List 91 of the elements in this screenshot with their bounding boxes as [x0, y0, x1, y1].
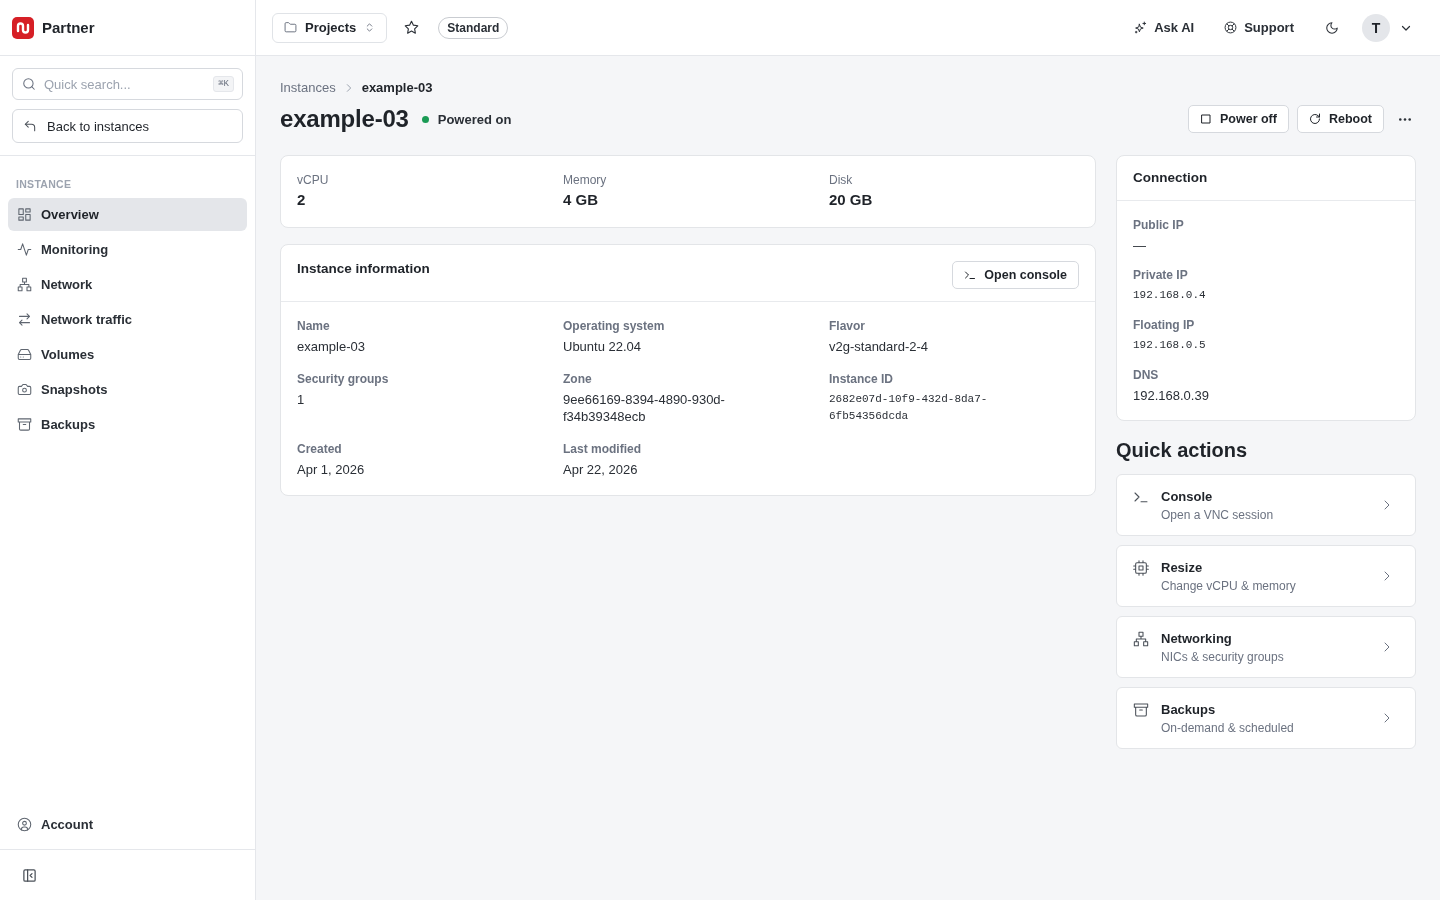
account-item[interactable]: Account [8, 808, 247, 841]
spec-value: 2 [297, 191, 306, 209]
logo-icon [12, 16, 34, 39]
section-label: INSTANCE [16, 178, 72, 190]
field-label: DNS [1133, 368, 1159, 382]
action-description: Change vCPU & memory [1161, 579, 1296, 594]
moon-icon [1325, 20, 1339, 35]
action-title: Resize [1161, 560, 1203, 575]
square-icon [1200, 113, 1212, 125]
field-value: example-03 [297, 338, 365, 355]
action-description: Open a VNC session [1161, 508, 1274, 523]
status-label: Powered on [437, 111, 512, 127]
field-value: Apr 22, 2026 [563, 461, 638, 478]
field-label: Floating IP [1133, 318, 1195, 332]
field-label: Operating system [563, 319, 665, 333]
search-icon [22, 77, 36, 91]
ask-ai-button[interactable]: Ask AI [1126, 14, 1203, 41]
field-value: 192.168.0.39 [1133, 387, 1209, 404]
project-switcher[interactable]: Projects [272, 12, 388, 43]
return-arrow-icon [23, 119, 37, 133]
quick-action-card[interactable]: Backups On-demand & scheduled [1116, 687, 1416, 749]
field-value: 192.168.0.5 [1133, 338, 1206, 353]
field-value: Apr 1, 2026 [297, 461, 365, 478]
spec-label: Memory [563, 173, 607, 187]
sidebar-item[interactable]: Backups [8, 408, 247, 441]
field-label: Zone [563, 372, 592, 386]
sidebar-item[interactable]: Snapshots [8, 373, 247, 406]
field-value: 1 [297, 391, 305, 408]
back-button[interactable]: Back to instances [12, 109, 243, 143]
quick-action-card[interactable]: Resize Change vCPU & memory [1116, 545, 1416, 607]
card-title: Connection [1133, 170, 1208, 186]
spec-label: vCPU [297, 173, 329, 187]
rotate-icon [1308, 113, 1321, 125]
sidebar-item[interactable]: Network [8, 268, 247, 301]
field-label: Name [297, 319, 330, 333]
drive-icon [17, 347, 32, 362]
field-label: Last modified [563, 442, 641, 456]
sidebar-item[interactable]: Network traffic [8, 303, 247, 336]
spec-value: 4 GB [563, 191, 598, 209]
chip-icon [1133, 560, 1149, 576]
field-value: — [1133, 237, 1146, 254]
more-dots-icon [1399, 117, 1411, 121]
field-label: Security groups [297, 372, 389, 386]
network-icon [1133, 631, 1149, 647]
lifebuoy-icon [1224, 21, 1238, 34]
keyboard-shortcut: ⌘K [213, 76, 234, 92]
network-icon [17, 277, 32, 292]
section-heading: Quick actions [1116, 438, 1249, 462]
camera-icon [17, 382, 32, 397]
terminal-icon [964, 269, 977, 281]
sidebar-item[interactable]: Monitoring [8, 233, 247, 266]
page-title: example-03 [280, 105, 409, 133]
field-label: Created [297, 442, 342, 456]
pulse-icon [17, 242, 32, 257]
action-button[interactable]: Reboot [1296, 105, 1384, 133]
action-title: Networking [1161, 631, 1232, 646]
folder-icon [284, 21, 297, 34]
action-description: NICs & security groups [1161, 650, 1284, 665]
breadcrumb-current: example-03 [361, 80, 433, 96]
arrows-icon [17, 312, 32, 327]
field-label: Instance ID [829, 372, 894, 386]
breadcrumb-link[interactable]: Instances [280, 80, 336, 96]
action-description: On-demand & scheduled [1161, 721, 1294, 736]
user-circle-icon [17, 817, 32, 832]
brand-name: Partner [42, 19, 95, 36]
quick-action-card[interactable]: Networking NICs & security groups [1116, 616, 1416, 678]
user-avatar[interactable]: T [1362, 13, 1390, 42]
card-title: Instance information [297, 261, 430, 277]
field-value: v2g-standard-2-4 [829, 338, 928, 355]
open-console-button[interactable]: Open console [952, 261, 1079, 289]
action-title: Console [1161, 489, 1213, 504]
field-value: 9ee66169-8394-4890-930d-f34b39348ecb [563, 391, 726, 425]
support-button[interactable]: Support [1216, 14, 1302, 41]
spec-label: Disk [829, 173, 853, 187]
field-label: Private IP [1133, 268, 1188, 282]
archive-icon [1133, 702, 1149, 718]
sparkle-icon [1134, 21, 1148, 34]
quick-action-card[interactable]: Console Open a VNC session [1116, 474, 1416, 536]
field-value: 192.168.0.4 [1133, 288, 1206, 303]
archive-icon [17, 417, 32, 432]
action-button[interactable]: Power off [1188, 105, 1289, 133]
field-label: Flavor [829, 319, 865, 333]
sidebar-item[interactable]: Overview [8, 198, 247, 231]
grid-icon [17, 207, 32, 222]
spec-value: 20 GB [829, 191, 873, 209]
field-value: Ubuntu 22.04 [563, 338, 642, 355]
panel-collapse-icon [22, 867, 37, 883]
field-label: Public IP [1133, 218, 1184, 232]
action-title: Backups [1161, 702, 1216, 717]
field-value: 2682e07d-10f9-432d-8da7-6fb54356dcda [829, 392, 989, 424]
sidebar-item[interactable]: Volumes [8, 338, 247, 371]
